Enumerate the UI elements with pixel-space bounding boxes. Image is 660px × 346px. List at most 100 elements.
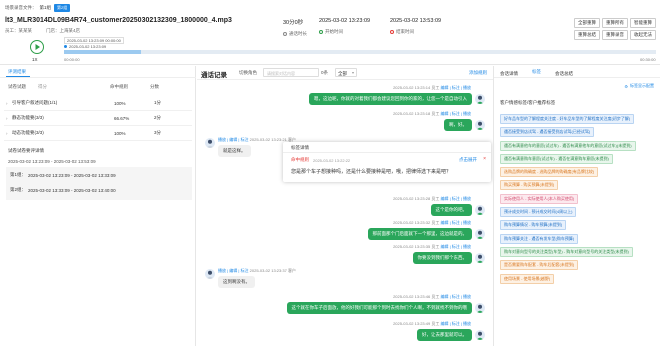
message-body: 你要没到我们那个东西。 bbox=[393, 252, 485, 264]
avatar bbox=[205, 269, 215, 279]
message-actions[interactable]: 编辑 | 标注 | 播放 bbox=[440, 85, 471, 90]
header-action-button[interactable]: 重算所有 bbox=[602, 18, 628, 28]
message-item: 2025-03-02 13:23:32 员工 编辑 | 标注 | 播放 那前面那… bbox=[367, 220, 485, 240]
message-time: 2025-03-02 13:23:21 bbox=[249, 137, 287, 142]
evaluation-row[interactable]: › 动态功能要(3/3) 100% 3分 bbox=[4, 126, 192, 141]
message-meta: 2025-03-02 13:23:18 员工 编辑 | 标注 | 播放 bbox=[393, 111, 471, 117]
evaluation-item: 引导客户叙述问题(1/1) bbox=[12, 100, 58, 105]
stat-label-row: 结束时间 bbox=[390, 29, 441, 35]
header-action-button[interactable]: 智能重算 bbox=[630, 18, 656, 28]
customer-tag[interactable]: 购车对意向型号的关注类型(车型) - 购车对意向型号的关注类型(未提到) bbox=[500, 246, 633, 257]
marker-dot-icon bbox=[64, 45, 67, 48]
message-bubble[interactable]: 这个是你的吧。 bbox=[430, 204, 472, 216]
message-role: 员工 bbox=[431, 220, 440, 225]
customer-tag[interactable]: 预计成交时间 - 预计成交时间(4周以上) bbox=[500, 207, 577, 218]
message-actions[interactable]: 编辑 | 标注 | 播放 bbox=[440, 220, 471, 225]
customer-tag[interactable]: 使用场景 - 使用场景(越野) bbox=[500, 273, 555, 284]
customer-tag[interactable]: 遇否有满意他车的意愿(试过车) - 遇否有满意他车的意愿(试过车)(未提到) bbox=[500, 140, 636, 151]
message-body: 这个是你的吧。 bbox=[393, 204, 485, 216]
timeline-track[interactable] bbox=[64, 50, 656, 54]
message-bubble[interactable]: 这到啊没有。 bbox=[218, 276, 255, 288]
message-bubble[interactable]: 啊，好。 bbox=[444, 119, 472, 131]
search-count: 0条 bbox=[321, 70, 329, 75]
play-button[interactable] bbox=[30, 40, 44, 54]
filter-value: 全部 bbox=[338, 70, 347, 76]
message-actions[interactable]: 播放 | 编辑 | 标注 bbox=[218, 137, 249, 142]
header-divider bbox=[0, 64, 660, 65]
avatar bbox=[475, 303, 485, 313]
message-bubble[interactable]: 嗯，这边呢，你就的对着我们都会建议您回到你的家的，让您一个是自动引入 bbox=[309, 93, 472, 105]
message-actions[interactable]: 编辑 | 标注 | 播放 bbox=[440, 196, 471, 201]
right-tab[interactable]: 会话详情 bbox=[500, 71, 518, 77]
message-actions[interactable]: 编辑 | 标注 | 播放 bbox=[440, 294, 471, 299]
tag-config-link[interactable]: ⚙ 标签显示配置 bbox=[624, 83, 654, 89]
message-time: 2025-03-02 13:23:46 bbox=[393, 294, 431, 299]
popup-title: 标签详情 bbox=[291, 145, 309, 150]
customer-tag[interactable]: 是否需要购车配套 - 购车后配套(未提到) bbox=[500, 260, 579, 271]
detail-time: 2025-03-02 13:23:09 - 2025-03-02 13:53:0… bbox=[8, 159, 96, 164]
customer-tag[interactable]: 实际使用人 - 实际使用人(本人购买使用) bbox=[500, 193, 579, 204]
tab-evaluation[interactable]: 评测结果 bbox=[8, 69, 26, 75]
message-time: 2025-03-02 13:23:14 bbox=[393, 85, 431, 90]
stat-label: 开始时间 bbox=[325, 29, 343, 34]
header-action-button[interactable]: 重算录音 bbox=[602, 30, 628, 40]
timeline-marker: 2025-03-02 13:23:09 bbox=[64, 44, 106, 49]
person-icon bbox=[476, 331, 484, 340]
role-switch[interactable]: 切换角色 bbox=[239, 70, 257, 76]
detail-value: 2025-03-02 13:23:09 - 2025-03-02 13:33:0… bbox=[28, 172, 116, 178]
gear-icon: ⚙ bbox=[624, 83, 628, 89]
evaluation-table-header: 试卷试题 得分 命中规则 分数 bbox=[8, 84, 188, 90]
customer-tag[interactable]: 购车预算关注 - 遇否有发车型(购车预算) bbox=[500, 233, 579, 244]
avatar bbox=[475, 330, 485, 340]
evaluation-score: 3分 bbox=[154, 130, 162, 135]
close-icon[interactable]: × bbox=[483, 156, 486, 162]
timeline-tooltip: 2025-03-02 13:23:09 00:00:00 bbox=[64, 37, 124, 44]
file-title: lt3_MLR3014DL09B4R74_customer20250302132… bbox=[5, 17, 232, 24]
message-bubble[interactable]: 这个就在你车子后面放，他的好我们可能那个到时去找你们个人啊，不到就找不到你的哦 bbox=[286, 302, 472, 314]
message-item: 播放 | 编辑 | 标注 2025-03-02 13:23:37 客户 这到啊没… bbox=[205, 268, 296, 288]
evaluation-row[interactable]: › 引导客户叙述问题(1/1) 100% 1分 bbox=[4, 96, 192, 111]
timeline-start: 00:00:00 bbox=[64, 57, 80, 62]
customer-tag[interactable]: 遇否有满意购车意愿(试过车) - 遇否在满意购车意愿(未提到) bbox=[500, 153, 613, 164]
message-item: 2025-03-02 13:23:18 员工 编辑 | 标注 | 播放 啊，好。 bbox=[393, 111, 485, 131]
message-actions[interactable]: 编辑 | 标注 | 播放 bbox=[440, 244, 471, 249]
message-column: 播放 | 编辑 | 标注 2025-03-02 13:23:37 客户 这到啊没… bbox=[218, 268, 296, 288]
customer-tag[interactable]: 选购品牌的购确度 - 选购品牌的购确度(有品牌比较) bbox=[500, 167, 599, 178]
playback-speed[interactable]: 1X bbox=[32, 57, 38, 62]
chevron-down-icon: ▾ bbox=[351, 70, 354, 75]
message-actions[interactable]: 编辑 | 标注 | 播放 bbox=[440, 321, 471, 326]
message-actions[interactable]: 编辑 | 标注 | 播放 bbox=[440, 111, 471, 116]
tag-list: 好车品车型的了解程度关注度 - 好车品车型的了解程度关注度(初步了解) 遇否接受到… bbox=[500, 114, 658, 284]
header-actions: 全部重算 重算所有 智能重算 重算总结 重算录音 收起无法 bbox=[574, 18, 656, 40]
stat-label: 通话时长 bbox=[289, 31, 307, 36]
header-action-button[interactable]: 收起无法 bbox=[630, 30, 656, 40]
message-bubble[interactable]: 就是这样。 bbox=[218, 145, 251, 157]
customer-tag[interactable]: 好车品车型的了解程度关注度 - 好车品车型的了解程度关注度(初步了解) bbox=[500, 114, 635, 124]
conversation-search-input[interactable]: 请搜索对话内容 bbox=[263, 68, 319, 77]
add-rule-link[interactable]: 添加规则 bbox=[469, 70, 487, 76]
group-current[interactable]: 第1组 bbox=[40, 5, 52, 11]
stat-label-row: 通话时长 bbox=[283, 31, 307, 37]
message-meta: 2025-03-02 13:23:49 员工 编辑 | 标注 | 播放 bbox=[393, 321, 471, 327]
timeline-end: 00:30:00 bbox=[640, 57, 656, 62]
right-tab[interactable]: 会话总结 bbox=[555, 71, 573, 77]
customer-tag[interactable]: 购车预算情况 - 购车预算(未提到) bbox=[500, 220, 567, 231]
header-action-button[interactable]: 重算总结 bbox=[574, 30, 600, 40]
stat-item: 30分0秒 通话时长 bbox=[283, 18, 307, 37]
message-item: 2025-03-02 13:23:14 员工 编辑 | 标注 | 播放 嗯，这边… bbox=[309, 85, 485, 105]
group-tag[interactable]: 第2组 bbox=[54, 4, 71, 12]
filter-select[interactable]: 全部 ▾ bbox=[335, 68, 357, 77]
evaluation-row[interactable]: › 静态功能要(3/3) 66.67% 2分 bbox=[4, 111, 192, 126]
status-dot-icon bbox=[390, 30, 394, 34]
message-bubble[interactable]: 你要没到我们那个东西。 bbox=[412, 252, 472, 264]
message-body: 嗯，这边呢，你就的对着我们都会建议您回到你的家的，让您一个是自动引入 bbox=[309, 93, 485, 105]
customer-tag[interactable]: 遇否接受到店试驾 - 遇否接受到店试驾(已经试驾) bbox=[500, 127, 595, 138]
tags-panel: 会话详情 标签 会话总结 ⚙ 标签显示配置 客户情感标签/客户推荐标签 好车品车型的… bbox=[493, 66, 660, 346]
header-action-button[interactable]: 全部重算 bbox=[574, 18, 600, 28]
message-bubble[interactable]: 那前面那个门后面就下一个那里，这边就是的。 bbox=[367, 228, 472, 240]
popup-expand-link[interactable]: 点击展开 bbox=[459, 157, 477, 163]
message-actions[interactable]: 播放 | 编辑 | 标注 bbox=[218, 268, 249, 273]
customer-tag[interactable]: 购买预算 - 购买预算(未提到) bbox=[500, 180, 559, 191]
avatar bbox=[475, 94, 485, 104]
message-bubble[interactable]: 好，让去那里就可以。 bbox=[417, 329, 472, 341]
